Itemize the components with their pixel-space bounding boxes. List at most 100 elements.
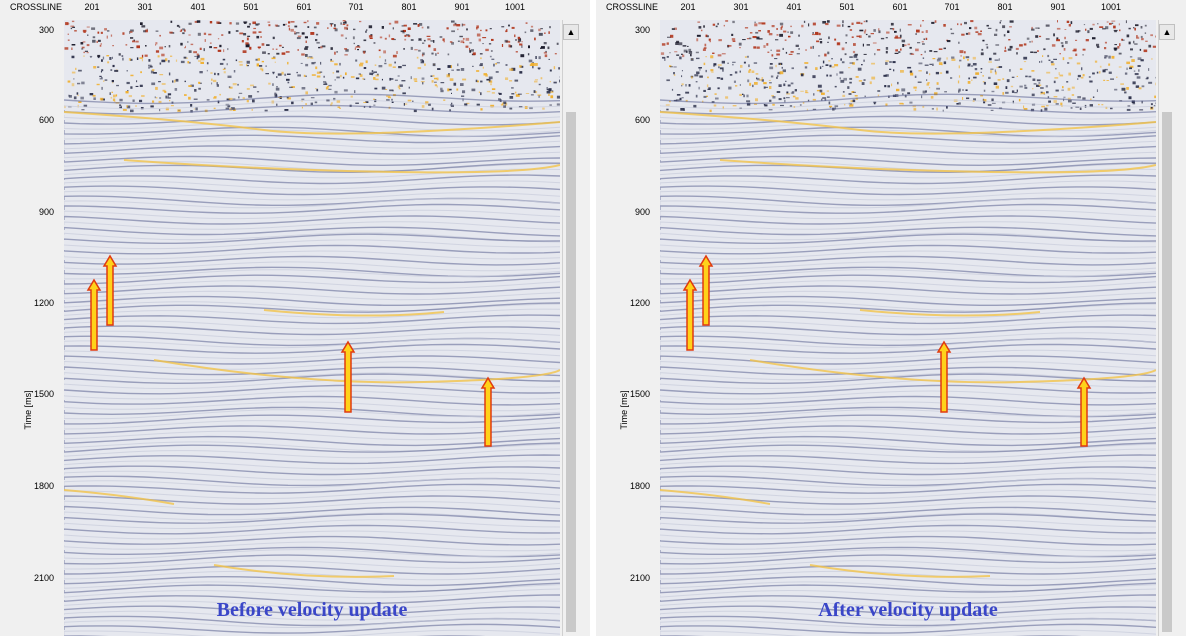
noise-speck: [980, 71, 982, 73]
noise-speck: [276, 86, 278, 88]
noise-speck: [836, 73, 838, 76]
noise-speck: [363, 51, 366, 54]
noise-speck: [170, 20, 173, 23]
noise-speck: [1079, 107, 1082, 110]
noise-speck: [373, 104, 376, 106]
noise-speck: [119, 104, 122, 106]
noise-speck: [129, 31, 133, 33]
scroll-up-arrow-icon[interactable]: ▲: [1159, 24, 1175, 40]
noise-speck: [1077, 96, 1081, 99]
noise-speck: [472, 52, 476, 56]
noise-speck: [239, 32, 244, 35]
noise-speck: [1109, 22, 1112, 25]
noise-speck: [135, 105, 137, 107]
scroll-up-arrow-icon[interactable]: ▲: [563, 24, 579, 40]
noise-speck: [706, 84, 709, 88]
noise-speck: [909, 46, 912, 49]
noise-speck: [731, 33, 734, 36]
noise-speck: [358, 73, 361, 75]
noise-speck: [829, 64, 832, 68]
noise-speck: [549, 81, 551, 83]
noise-speck: [1119, 43, 1121, 47]
noise-speck: [1118, 52, 1122, 55]
noise-speck: [136, 80, 138, 83]
noise-speck: [417, 24, 420, 27]
vertical-scrollbar[interactable]: ▲: [1158, 20, 1175, 636]
noise-speck: [308, 56, 313, 58]
noise-speck: [703, 89, 706, 92]
noise-speck: [742, 93, 744, 95]
noise-speck: [135, 85, 139, 87]
noise-speck: [373, 42, 376, 44]
noise-speck: [1058, 72, 1060, 75]
noise-speck: [164, 46, 166, 48]
noise-speck: [775, 39, 779, 41]
scroll-thumb[interactable]: [566, 112, 576, 632]
noise-speck: [505, 64, 508, 66]
noise-speck: [307, 26, 310, 28]
noise-speck: [1080, 76, 1084, 79]
noise-speck: [158, 81, 161, 83]
noise-speck: [229, 22, 232, 25]
noise-speck: [913, 86, 917, 89]
noise-speck: [157, 55, 160, 58]
seismic-image[interactable]: [660, 20, 1156, 636]
noise-speck: [827, 41, 829, 43]
noise-speck: [680, 108, 685, 111]
noise-speck: [89, 55, 93, 57]
noise-speck: [842, 91, 845, 93]
noise-speck: [188, 96, 191, 100]
xtick-label: 901: [1050, 2, 1066, 12]
noise-speck: [81, 46, 85, 49]
noise-speck: [151, 82, 156, 86]
ytick-label: 600: [634, 115, 650, 125]
noise-speck: [418, 38, 422, 41]
noise-speck: [491, 58, 495, 60]
noise-speck: [75, 67, 77, 70]
noise-speck: [691, 76, 693, 79]
noise-speck: [1155, 35, 1156, 38]
scroll-thumb[interactable]: [1162, 112, 1172, 632]
noise-speck: [509, 80, 513, 82]
noise-speck: [436, 77, 439, 81]
noise-speck: [685, 91, 690, 94]
noise-speck: [1064, 29, 1067, 30]
noise-speck: [71, 20, 75, 23]
seismic-image[interactable]: [64, 20, 560, 636]
noise-speck: [946, 40, 951, 43]
noise-speck: [958, 102, 961, 105]
noise-speck: [392, 89, 394, 92]
noise-speck: [986, 24, 989, 27]
noise-speck: [311, 62, 315, 65]
noise-speck: [1057, 20, 1058, 23]
noise-speck: [86, 26, 90, 28]
noise-speck: [842, 20, 844, 24]
noise-speck: [196, 53, 199, 56]
noise-speck: [476, 33, 481, 37]
noise-speck: [756, 36, 760, 40]
noise-speck: [511, 87, 514, 89]
noise-speck: [482, 43, 484, 45]
noise-speck: [783, 83, 786, 87]
noise-speck: [1035, 35, 1039, 38]
noise-speck: [1048, 59, 1051, 61]
noise-speck: [268, 24, 271, 27]
noise-speck: [808, 23, 810, 27]
noise-speck: [706, 35, 709, 38]
noise-speck: [771, 54, 774, 57]
noise-speck: [787, 31, 789, 33]
noise-speck: [1104, 56, 1107, 59]
noise-speck: [501, 102, 504, 106]
noise-speck: [301, 98, 305, 101]
noise-speck: [107, 30, 110, 32]
xtick-label: 1001: [504, 2, 526, 12]
noise-speck: [480, 108, 483, 111]
noise-speck: [1077, 74, 1081, 78]
noise-speck: [125, 91, 129, 94]
noise-speck: [845, 42, 847, 44]
noise-speck: [764, 104, 768, 107]
noise-speck: [849, 77, 853, 80]
noise-speck: [909, 101, 913, 104]
noise-speck: [1015, 47, 1019, 50]
vertical-scrollbar[interactable]: ▲: [562, 20, 579, 636]
